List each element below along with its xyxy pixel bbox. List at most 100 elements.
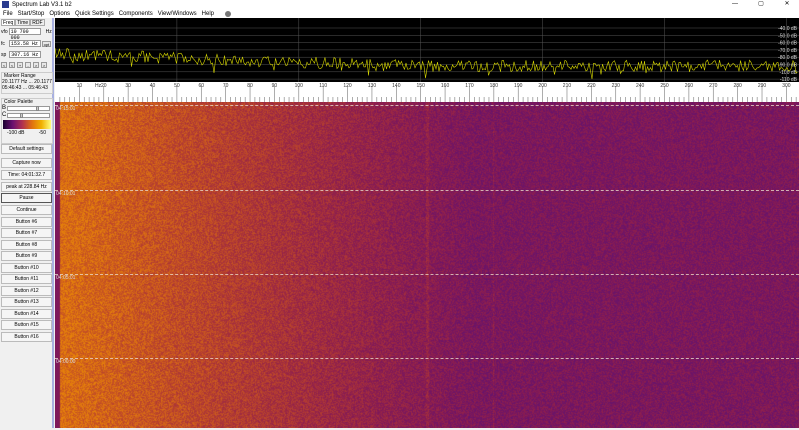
brightness-label: B [2, 105, 7, 111]
control-panel: Freq Time RDF vfo 10 700 000 Hz fc 153.58 H… [0, 18, 54, 428]
db-label: -50.0 dB [778, 33, 798, 39]
freq-tick-label: 100 [295, 83, 304, 89]
window-title: Spectrum Lab V3.1 b2 [12, 1, 72, 8]
waterfall-spectrogram[interactable]: 04:15:01 04:10:01 04:05:01 04:00:00 [55, 102, 799, 428]
marker-range-time: 05:46:43 ... 05:46:43 [2, 85, 48, 91]
maximize-button[interactable]: ▢ [750, 0, 772, 9]
time-marker-line [55, 105, 799, 106]
menu-bar: File Start/Stop Options Quick Settings C… [0, 9, 799, 18]
freq-tick-label: 150 [417, 83, 426, 89]
freq-tick-label: 170 [465, 83, 474, 89]
time-marker-line [55, 274, 799, 275]
title-bar: Spectrum Lab V3.1 b2 — ▢ ✕ [0, 0, 799, 9]
fc-input[interactable]: 153.58 Hz [8, 40, 41, 47]
freq-tick-label: 30 [125, 83, 131, 89]
vfo-input[interactable]: 10 700 000 [8, 28, 41, 41]
color-palette-group: Color Palette B C -100 dB -50 [1, 98, 53, 144]
button-17-button[interactable]: Button #16 [1, 332, 52, 342]
menu-file[interactable]: File [3, 11, 13, 17]
brightness-slider[interactable] [7, 105, 51, 111]
vfo-label: vfo [1, 28, 8, 35]
freq-tick-label: 290 [758, 83, 767, 89]
freq-tick-label: 200 [538, 83, 547, 89]
freq-tick-label: 230 [612, 83, 621, 89]
button-13-button[interactable]: Button #12 [1, 286, 52, 296]
freq-tick-label: 20 [101, 83, 107, 89]
menu-options[interactable]: Options [49, 11, 70, 17]
button-16-button[interactable]: Button #15 [1, 320, 52, 330]
time-marker-line [55, 358, 799, 359]
contrast-slider[interactable] [7, 112, 51, 118]
menu-components[interactable]: Components [119, 11, 153, 17]
fc-options-button[interactable]: opt [41, 40, 51, 47]
contrast-label: C [2, 112, 7, 118]
palette-max-label: -50 [38, 130, 46, 136]
freq-tick-label: 120 [343, 83, 352, 89]
button-9-button[interactable]: Button #8 [1, 240, 52, 250]
freq-tick-label: 210 [563, 83, 572, 89]
nav-right-button[interactable]: > [33, 62, 39, 68]
menu-start-stop[interactable]: Start/Stop [18, 11, 45, 17]
button-10-button[interactable]: Button #9 [1, 251, 52, 261]
button-8-button[interactable]: Button #7 [1, 228, 52, 238]
freq-tick-label: 160 [441, 83, 450, 89]
sp-input[interactable]: 307.16 Hz [9, 51, 42, 58]
freq-tick-label: 60 [198, 83, 204, 89]
tab-rdf[interactable]: RDF [30, 19, 45, 26]
freq-tick-label: 140 [392, 83, 401, 89]
freq-tick-label: 130 [368, 83, 377, 89]
frequency-scale[interactable]: 10 20 30 40 50 60 70 80 90 100 110 120 130 140 150 160 1… [55, 82, 799, 102]
button-12-button[interactable]: Button #11 [1, 274, 52, 284]
vfo-unit: Hz [45, 28, 52, 35]
freq-tick-label: 40 [150, 83, 156, 89]
db-label: -60.0 dB [778, 41, 798, 47]
button-11-button[interactable]: Button #10 [1, 263, 52, 273]
close-button[interactable]: ✕ [776, 0, 798, 9]
time-label: 04:15:01 [56, 106, 76, 112]
button-14-button[interactable]: Button #13 [1, 297, 52, 307]
freq-tick-label: 300 [782, 83, 791, 89]
default-settings-button[interactable]: Default settings [1, 144, 52, 154]
db-label: -40.0 dB [778, 26, 798, 32]
time-label: 04:10:01 [56, 191, 76, 197]
time-display-button: Time: 04:01:32.7 [1, 170, 52, 180]
marker-range-group: Marker Range 20.1177 Hz ... 20.1177 H 05… [1, 72, 53, 94]
spectrum-trace [54, 47, 798, 80]
tab-time[interactable]: Time [15, 19, 31, 26]
fc-label: fc [1, 40, 5, 47]
sp-label: sp [1, 51, 7, 58]
capture-now-button[interactable]: Capture now [1, 158, 52, 168]
zoom-in-button[interactable]: + [17, 62, 23, 68]
spectrum-graph[interactable]: -40.0 dB -50.0 dB -60.0 dB -70.0 dB -80.0 dB… [54, 18, 799, 83]
minimize-button[interactable]: — [724, 0, 746, 9]
pause-button[interactable]: Pause [1, 193, 52, 203]
button-7-button[interactable]: Button #6 [1, 217, 52, 227]
freq-tick-label: 180 [490, 83, 499, 89]
freq-tick-label: 270 [709, 83, 718, 89]
zoom-out-button[interactable]: - [25, 62, 31, 68]
freq-tick-label: 260 [685, 83, 694, 89]
button-15-button[interactable]: Button #14 [1, 309, 52, 319]
app-icon [2, 1, 9, 8]
continue-button[interactable]: Continue [1, 205, 52, 215]
menu-view-windows[interactable]: View/Windows [158, 11, 197, 17]
freq-tick-label: 70 [223, 83, 229, 89]
freq-tick-label: 10 [77, 83, 83, 89]
time-label: 04:00:00 [56, 359, 76, 365]
tab-freq[interactable]: Freq [1, 19, 16, 26]
freq-tick-label: 250 [660, 83, 669, 89]
freq-tick-label: 50 [174, 83, 180, 89]
time-label: 04:05:01 [56, 275, 76, 281]
freq-tick-label: 240 [636, 83, 645, 89]
nav-left2-button[interactable]: < [9, 62, 15, 68]
freq-tick-label: 280 [733, 83, 742, 89]
menu-quick-settings[interactable]: Quick Settings [75, 11, 114, 17]
time-marker-line [55, 190, 799, 191]
menu-help[interactable]: Help [202, 11, 214, 17]
nav-right2-button[interactable]: > [41, 62, 47, 68]
freq-tick-label: 110 [319, 83, 327, 89]
nav-left-button[interactable]: < [1, 62, 7, 68]
peak-display-button: peak at 228.84 Hz [1, 182, 52, 192]
color-palette-bar [3, 120, 51, 129]
freq-tick-label: 220 [587, 83, 596, 89]
